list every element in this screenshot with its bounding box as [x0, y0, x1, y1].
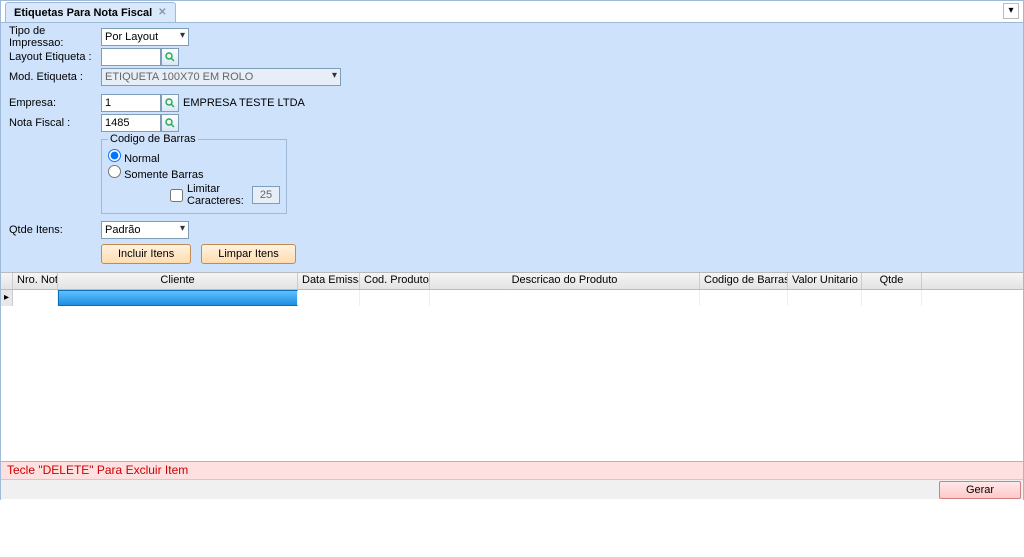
- tab-bar: Etiquetas Para Nota Fiscal ✕ ▾: [1, 1, 1023, 23]
- gerar-button[interactable]: Gerar: [939, 481, 1021, 499]
- empresa-input[interactable]: [101, 94, 161, 112]
- cell-data-emissao[interactable]: [298, 290, 360, 306]
- tipo-impressao-select[interactable]: [101, 28, 189, 46]
- col-nro-nota[interactable]: Nro. Nota: [13, 273, 58, 289]
- form-panel: Tipo de Impressao: Layout Etiqueta : Mod…: [1, 23, 1023, 272]
- radio-somente[interactable]: [108, 165, 121, 178]
- codigo-barras-legend: Codigo de Barras: [108, 133, 198, 145]
- cell-cliente[interactable]: [58, 290, 298, 306]
- row-indicator-icon: ▸: [1, 290, 13, 306]
- radio-normal[interactable]: [108, 149, 121, 162]
- col-indicator: [1, 273, 13, 289]
- col-valor-unitario[interactable]: Valor Unitario: [788, 273, 862, 289]
- mod-etiqueta-select: [101, 68, 341, 86]
- grid-body[interactable]: ▸: [1, 290, 1023, 557]
- empresa-nome: EMPRESA TESTE LTDA: [183, 97, 305, 109]
- col-cod-produto[interactable]: Cod. Produto: [360, 273, 430, 289]
- close-icon[interactable]: ✕: [158, 7, 166, 18]
- nota-fiscal-lookup-button[interactable]: [161, 114, 179, 132]
- delete-hint: Tecle "DELETE" Para Excluir Item: [1, 461, 1023, 479]
- limitar-label: Limitar Caracteres:: [187, 183, 248, 207]
- limitar-checkbox[interactable]: [170, 189, 183, 202]
- tipo-impressao-label: Tipo de Impressao:: [9, 25, 101, 49]
- empresa-label: Empresa:: [9, 97, 101, 109]
- qtde-itens-label: Qtde Itens:: [9, 224, 101, 236]
- col-data-emissao[interactable]: Data Emissao: [298, 273, 360, 289]
- cell-nro-nota[interactable]: [13, 290, 58, 306]
- col-qtde[interactable]: Qtde: [862, 273, 922, 289]
- qtde-itens-select[interactable]: [101, 221, 189, 239]
- cell-valor-unitario[interactable]: [788, 290, 862, 306]
- cell-descricao[interactable]: [430, 290, 700, 306]
- lookup-icon: [165, 98, 175, 108]
- lookup-icon: [165, 118, 175, 128]
- cell-cod-produto[interactable]: [360, 290, 430, 306]
- codigo-barras-group: Codigo de Barras Normal Somente Barras L…: [101, 133, 287, 214]
- cell-qtde[interactable]: [862, 290, 922, 306]
- tab-title: Etiquetas Para Nota Fiscal: [14, 7, 152, 19]
- radio-normal-label[interactable]: Normal: [108, 153, 160, 165]
- col-cliente[interactable]: Cliente: [58, 273, 298, 289]
- footer-bar: Gerar: [1, 479, 1023, 499]
- nota-fiscal-label: Nota Fiscal :: [9, 117, 101, 129]
- col-descricao[interactable]: Descricao do Produto: [430, 273, 700, 289]
- layout-lookup-button[interactable]: [161, 48, 179, 66]
- empresa-lookup-button[interactable]: [161, 94, 179, 112]
- limitar-input: [252, 186, 280, 204]
- layout-etiqueta-input[interactable]: [101, 48, 161, 66]
- radio-somente-label[interactable]: Somente Barras: [108, 169, 204, 181]
- lookup-icon: [165, 52, 175, 62]
- chevron-down-icon[interactable]: ▾: [1003, 3, 1019, 19]
- table-row[interactable]: ▸: [1, 290, 1023, 306]
- cell-codigo-barras[interactable]: [700, 290, 788, 306]
- col-codigo-barras[interactable]: Codigo de Barras: [700, 273, 788, 289]
- limpar-itens-button[interactable]: Limpar Itens: [201, 244, 296, 264]
- mod-etiqueta-label: Mod. Etiqueta :: [9, 71, 101, 83]
- incluir-itens-button[interactable]: Incluir Itens: [101, 244, 191, 264]
- tab-etiquetas[interactable]: Etiquetas Para Nota Fiscal ✕: [5, 2, 176, 22]
- grid-header: Nro. Nota Cliente Data Emissao Cod. Prod…: [1, 272, 1023, 290]
- nota-fiscal-input[interactable]: [101, 114, 161, 132]
- layout-etiqueta-label: Layout Etiqueta :: [9, 51, 101, 63]
